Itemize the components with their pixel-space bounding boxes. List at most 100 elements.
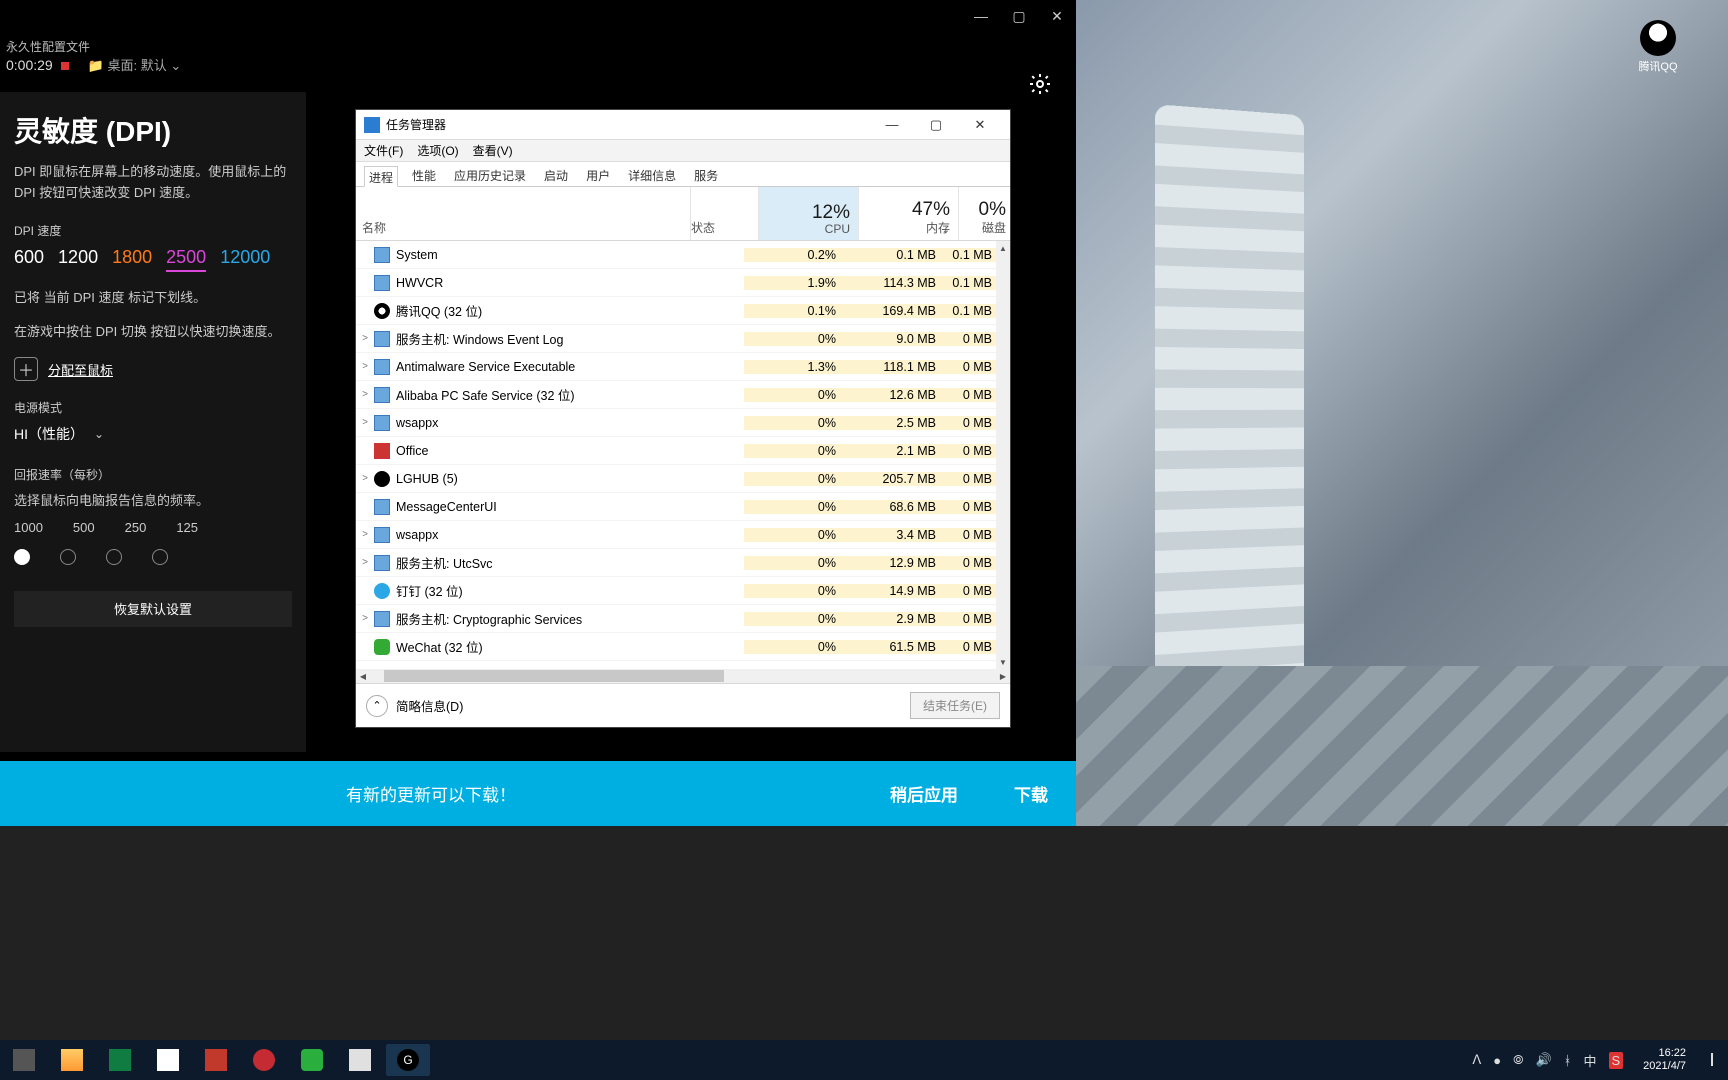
tab-users[interactable]: 用户 [582,165,614,186]
process-row[interactable]: System0.2%0.1 MB0.1 MB [356,241,996,269]
tm-maximize-button[interactable]: ▢ [914,117,958,133]
scroll-up-icon[interactable]: ▲ [996,241,1010,255]
col-disk[interactable]: 0% 磁盘 [958,187,1010,240]
process-row[interactable]: >Alibaba PC Safe Service (32 位)0%12.6 MB… [356,381,996,409]
tray-ime[interactable]: 中 [1583,1051,1596,1070]
assign-link[interactable]: 分配至鼠标 [48,360,113,379]
tab-startup[interactable]: 启动 [540,165,572,186]
rate-radio-500[interactable] [60,549,76,565]
menu-view[interactable]: 查看(V) [473,142,513,159]
tray-sogou-icon[interactable]: S [1609,1052,1624,1069]
process-icon [374,555,390,571]
process-mem: 14.9 MB [844,584,944,598]
power-mode-select[interactable]: HI（性能）⌄ [14,424,292,444]
process-row[interactable]: >服务主机: Windows Event Log0%9.0 MB0 MB [356,325,996,353]
vertical-scrollbar[interactable]: ▲ ▼ [996,241,1010,669]
process-name: WeChat (32 位) [396,637,676,656]
rate-radio-125[interactable] [152,549,168,565]
dpi-600[interactable]: 600 [14,247,44,272]
end-task-button[interactable]: 结束任务(E) [910,692,1000,719]
desktop-wallpaper: 腾讯QQ [1076,0,1728,826]
process-cpu: 1.3% [744,360,844,374]
tb-red[interactable] [194,1044,238,1076]
expand-icon[interactable]: > [356,361,374,372]
dpi-1800[interactable]: 1800 [112,247,152,272]
process-row[interactable]: MessageCenterUI0%68.6 MB0 MB [356,493,996,521]
close-button[interactable]: ✕ [1042,4,1072,28]
desktop-icon-qq[interactable]: 腾讯QQ [1628,20,1688,74]
tab-processes[interactable]: 进程 [364,166,398,187]
process-row[interactable]: >wsappx0%2.5 MB0 MB [356,409,996,437]
tb-excel[interactable] [98,1044,142,1076]
tray-bluetooth-icon[interactable]: ᚼ [1564,1053,1572,1068]
tb-explorer[interactable] [50,1044,94,1076]
process-row[interactable]: >wsappx0%3.4 MB0 MB [356,521,996,549]
process-row[interactable]: 腾讯QQ (32 位)0.1%169.4 MB0.1 MB [356,297,996,325]
feather-icon [349,1049,371,1071]
expand-icon[interactable]: > [356,333,374,344]
tm-menubar: 文件(F) 选项(O) 查看(V) [356,140,1010,162]
process-row[interactable]: >服务主机: UtcSvc0%12.9 MB0 MB [356,549,996,577]
expand-icon[interactable]: > [356,473,374,484]
tab-performance[interactable]: 性能 [408,165,440,186]
expand-icon[interactable]: > [356,389,374,400]
process-row[interactable]: HWVCR1.9%114.3 MB0.1 MB [356,269,996,297]
process-icon [374,387,390,403]
tm-close-button[interactable]: ✕ [958,117,1002,133]
rate-radio-250[interactable] [106,549,122,565]
col-memory[interactable]: ⌄ 47% 内存 [858,187,958,240]
process-row[interactable]: >LGHUB (5)0%205.7 MB0 MB [356,465,996,493]
tm-titlebar[interactable]: 任务管理器 — ▢ ✕ [356,110,1010,140]
dpi-12000[interactable]: 12000 [220,247,270,272]
menu-options[interactable]: 选项(O) [417,142,458,159]
rate-radio-1000[interactable] [14,549,30,565]
app-icon [205,1049,227,1071]
minimize-button[interactable]: — [966,4,996,28]
tm-minimize-button[interactable]: — [870,117,914,132]
process-cpu: 0% [744,500,844,514]
start-button[interactable] [2,1044,46,1076]
assign-add-button[interactable]: ＋ [14,357,38,381]
tb-ghub[interactable] [386,1044,430,1076]
col-cpu[interactable]: 12% CPU [758,187,858,240]
fewer-details-button[interactable]: ⌃ [366,695,388,717]
dpi-2500[interactable]: 2500 [166,247,206,272]
menu-file[interactable]: 文件(F) [364,142,403,159]
process-row[interactable]: WeChat (32 位)0%61.5 MB0 MB [356,633,996,661]
maximize-button[interactable]: ▢ [1004,4,1034,28]
expand-icon[interactable]: > [356,613,374,624]
tray-wifi-icon[interactable]: ⦾ [1513,1052,1523,1068]
desktop-selector[interactable]: 📁 桌面: 默认 ⌄ [88,58,182,73]
circle-icon [253,1049,275,1071]
scroll-down-icon[interactable]: ▼ [996,655,1010,669]
tab-app-history[interactable]: 应用历史记录 [450,165,530,186]
tray-volume-icon[interactable]: 🔊 [1535,1052,1551,1068]
process-row[interactable]: >服务主机: Cryptographic Services0%2.9 MB0 M… [356,605,996,633]
tray-app-icon[interactable]: ● [1493,1053,1501,1068]
tray-chevron-icon[interactable]: ᐱ [1472,1052,1481,1068]
tb-wechat[interactable] [290,1044,334,1076]
process-row[interactable]: >Antimalware Service Executable1.3%118.1… [356,353,996,381]
update-download-button[interactable]: 下载 [986,781,1076,806]
update-later-button[interactable]: 稍后应用 [862,781,986,806]
process-row[interactable]: Office0%2.1 MB0 MB [356,437,996,465]
process-row[interactable]: 钉钉 (32 位)0%14.9 MB0 MB [356,577,996,605]
hscroll-thumb[interactable] [384,670,724,682]
process-name: LGHUB (5) [396,472,676,486]
col-status[interactable]: 状态 [690,187,758,240]
restore-defaults-button[interactable]: 恢复默认设置 [14,591,292,627]
expand-icon[interactable]: > [356,557,374,568]
dpi-1200[interactable]: 1200 [58,247,98,272]
tab-details[interactable]: 详细信息 [624,165,680,186]
settings-button[interactable] [1028,72,1052,101]
tab-services[interactable]: 服务 [690,165,722,186]
taskbar-clock[interactable]: 16:22 2021/4/7 [1633,1047,1696,1073]
tb-feather[interactable] [338,1044,382,1076]
tb-circle[interactable] [242,1044,286,1076]
expand-icon[interactable]: > [356,417,374,428]
power-mode-label: 电源模式 [14,399,292,416]
tb-notes[interactable] [146,1044,190,1076]
horizontal-scrollbar[interactable]: ◀ ▶ [356,669,1010,683]
expand-icon[interactable]: > [356,529,374,540]
col-name[interactable]: 名称 [356,187,690,240]
